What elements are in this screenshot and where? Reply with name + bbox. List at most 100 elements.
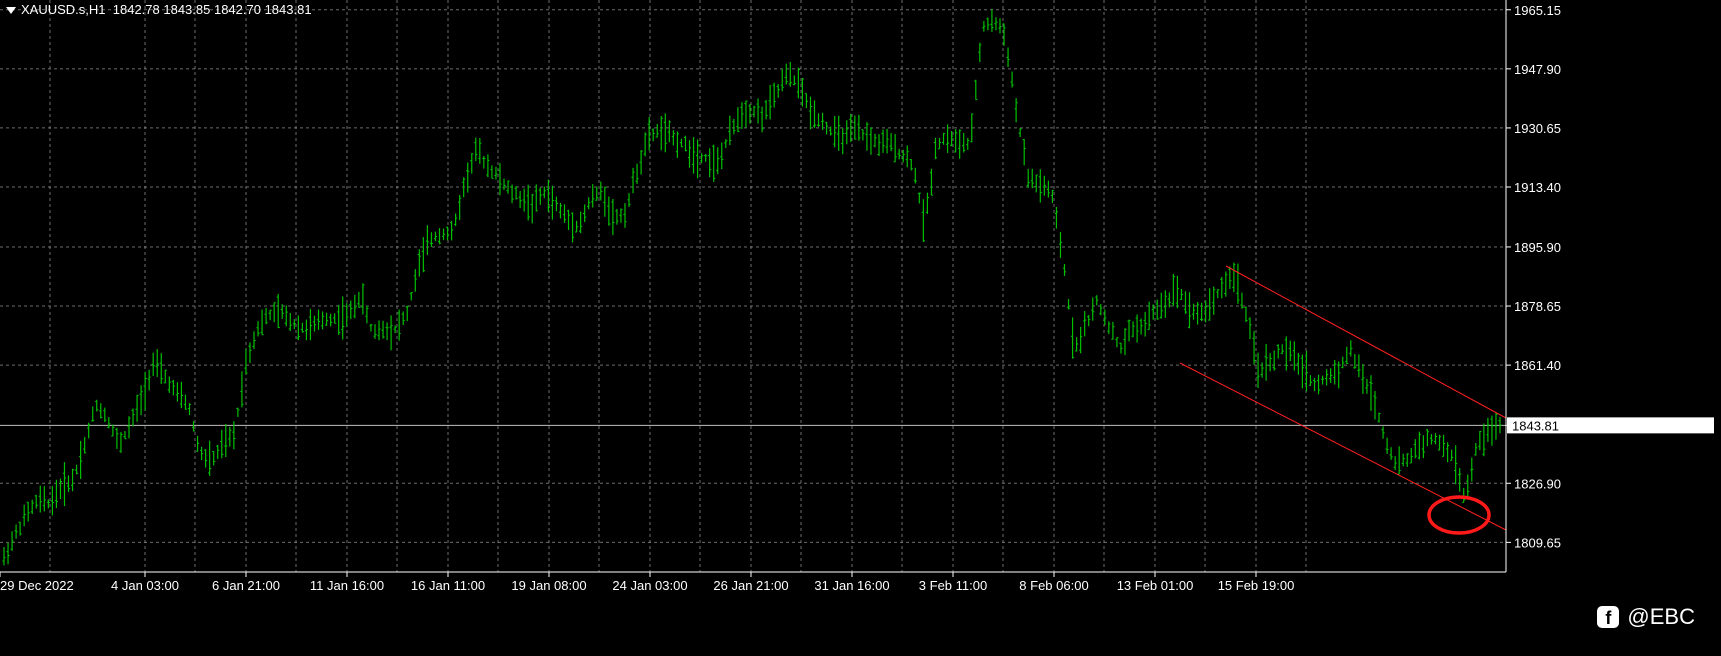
price-bar (429, 232, 434, 247)
price-bar (70, 468, 75, 492)
price-bar (478, 138, 482, 164)
price-bar (324, 312, 329, 326)
price-bar (143, 371, 147, 411)
price-bar (732, 118, 736, 135)
price-bar (1393, 456, 1397, 471)
price-bar (595, 186, 599, 201)
price-bar (1111, 321, 1115, 340)
price-bar (353, 294, 357, 319)
price-bar (627, 193, 631, 207)
price-bar (42, 486, 46, 512)
y-tick-label: 1809.65 (1514, 535, 1561, 550)
price-bar (675, 131, 680, 158)
price-bar (720, 142, 724, 170)
price-chart[interactable]: 1965.15 1947.90 1930.65 1913.40 1895.90 1878.… (0, 0, 1721, 656)
price-bar (889, 133, 893, 152)
price-bar (808, 96, 813, 130)
price-bar (1405, 453, 1409, 467)
price-bar (877, 134, 881, 156)
price-bar (562, 204, 567, 223)
price-bar (667, 120, 671, 143)
x-tick-label: 26 Jan 21:00 (713, 578, 788, 593)
price-bar (1353, 353, 1357, 369)
price-bar (1095, 295, 1099, 306)
price-bar (115, 427, 119, 449)
price-bar (240, 371, 244, 408)
dropdown-triangle-icon[interactable] (6, 7, 16, 15)
price-bar (1369, 375, 1373, 411)
price-bar (1429, 433, 1434, 445)
price-bar (1494, 412, 1498, 440)
price-bar (91, 406, 95, 422)
price-bar (635, 163, 639, 184)
price-bar (95, 399, 99, 412)
price-bar (1304, 350, 1309, 392)
price-bar (708, 148, 712, 178)
price-bars (2, 9, 1502, 566)
price-bar (329, 313, 333, 327)
price-bar (1139, 318, 1143, 335)
price-bar (1119, 342, 1123, 354)
price-bar (30, 499, 34, 515)
y-tick-label: 1930.65 (1514, 121, 1561, 136)
price-bar (1373, 391, 1377, 420)
price-bar (591, 184, 595, 208)
price-bar (1030, 168, 1034, 189)
price-bar (204, 449, 208, 468)
price-bar (10, 531, 14, 551)
price-bar (776, 84, 780, 98)
price-bar (986, 17, 990, 31)
price-bar (252, 331, 256, 350)
price-bar (171, 379, 175, 396)
price-bar (873, 133, 877, 148)
price-bar (1413, 439, 1417, 459)
price-bar (490, 165, 494, 179)
price-bar (974, 79, 978, 101)
price-bar (1308, 375, 1313, 386)
time-axis[interactable]: 29 Dec 2022 4 Jan 03:00 6 Jan 21:00 11 Jan … (0, 571, 1506, 593)
price-bar (933, 137, 938, 160)
price-bar (1417, 431, 1421, 460)
price-bar (14, 524, 18, 539)
price-bar (869, 127, 873, 155)
price-bar (691, 137, 696, 174)
price-bar (1264, 343, 1268, 381)
price-bar (905, 145, 909, 168)
price-bar (837, 115, 841, 151)
price-bar (1179, 288, 1184, 300)
price-bar (816, 113, 821, 127)
price-bar (345, 303, 349, 327)
price-bar (756, 98, 760, 124)
price-bar (897, 148, 901, 160)
price-bar (1409, 447, 1413, 464)
highlight-circle (1427, 495, 1491, 535)
price-bar (716, 147, 720, 175)
price-bar (417, 249, 421, 277)
price-bar (1167, 292, 1171, 308)
price-bar (679, 138, 684, 148)
price-bar (304, 319, 309, 341)
price-bar (179, 381, 184, 409)
price-bar (1151, 304, 1155, 320)
facebook-icon: f (1597, 606, 1620, 628)
y-tick-label: 1947.90 (1514, 62, 1561, 77)
price-bar (401, 311, 405, 326)
x-tick-label: 11 Jan 16:00 (310, 578, 384, 593)
price-axis[interactable]: 1965.15 1947.90 1930.65 1913.40 1895.90 1878.… (1505, 0, 1714, 572)
price-bar (1018, 128, 1022, 138)
price-bar (522, 188, 526, 212)
price-bar (659, 116, 663, 151)
price-bar (466, 162, 470, 193)
price-bar (1143, 311, 1147, 337)
price-bar (1445, 442, 1450, 463)
price-bar (449, 220, 454, 241)
price-bar (1325, 369, 1329, 386)
price-bar (361, 283, 365, 315)
price-bar (1280, 344, 1284, 355)
price-bar (603, 186, 607, 217)
x-tick-label: 4 Jan 03:00 (111, 578, 179, 593)
price-bar (1458, 467, 1462, 492)
price-bar (990, 9, 994, 32)
price-bar (945, 124, 950, 153)
price-bar (784, 63, 788, 85)
